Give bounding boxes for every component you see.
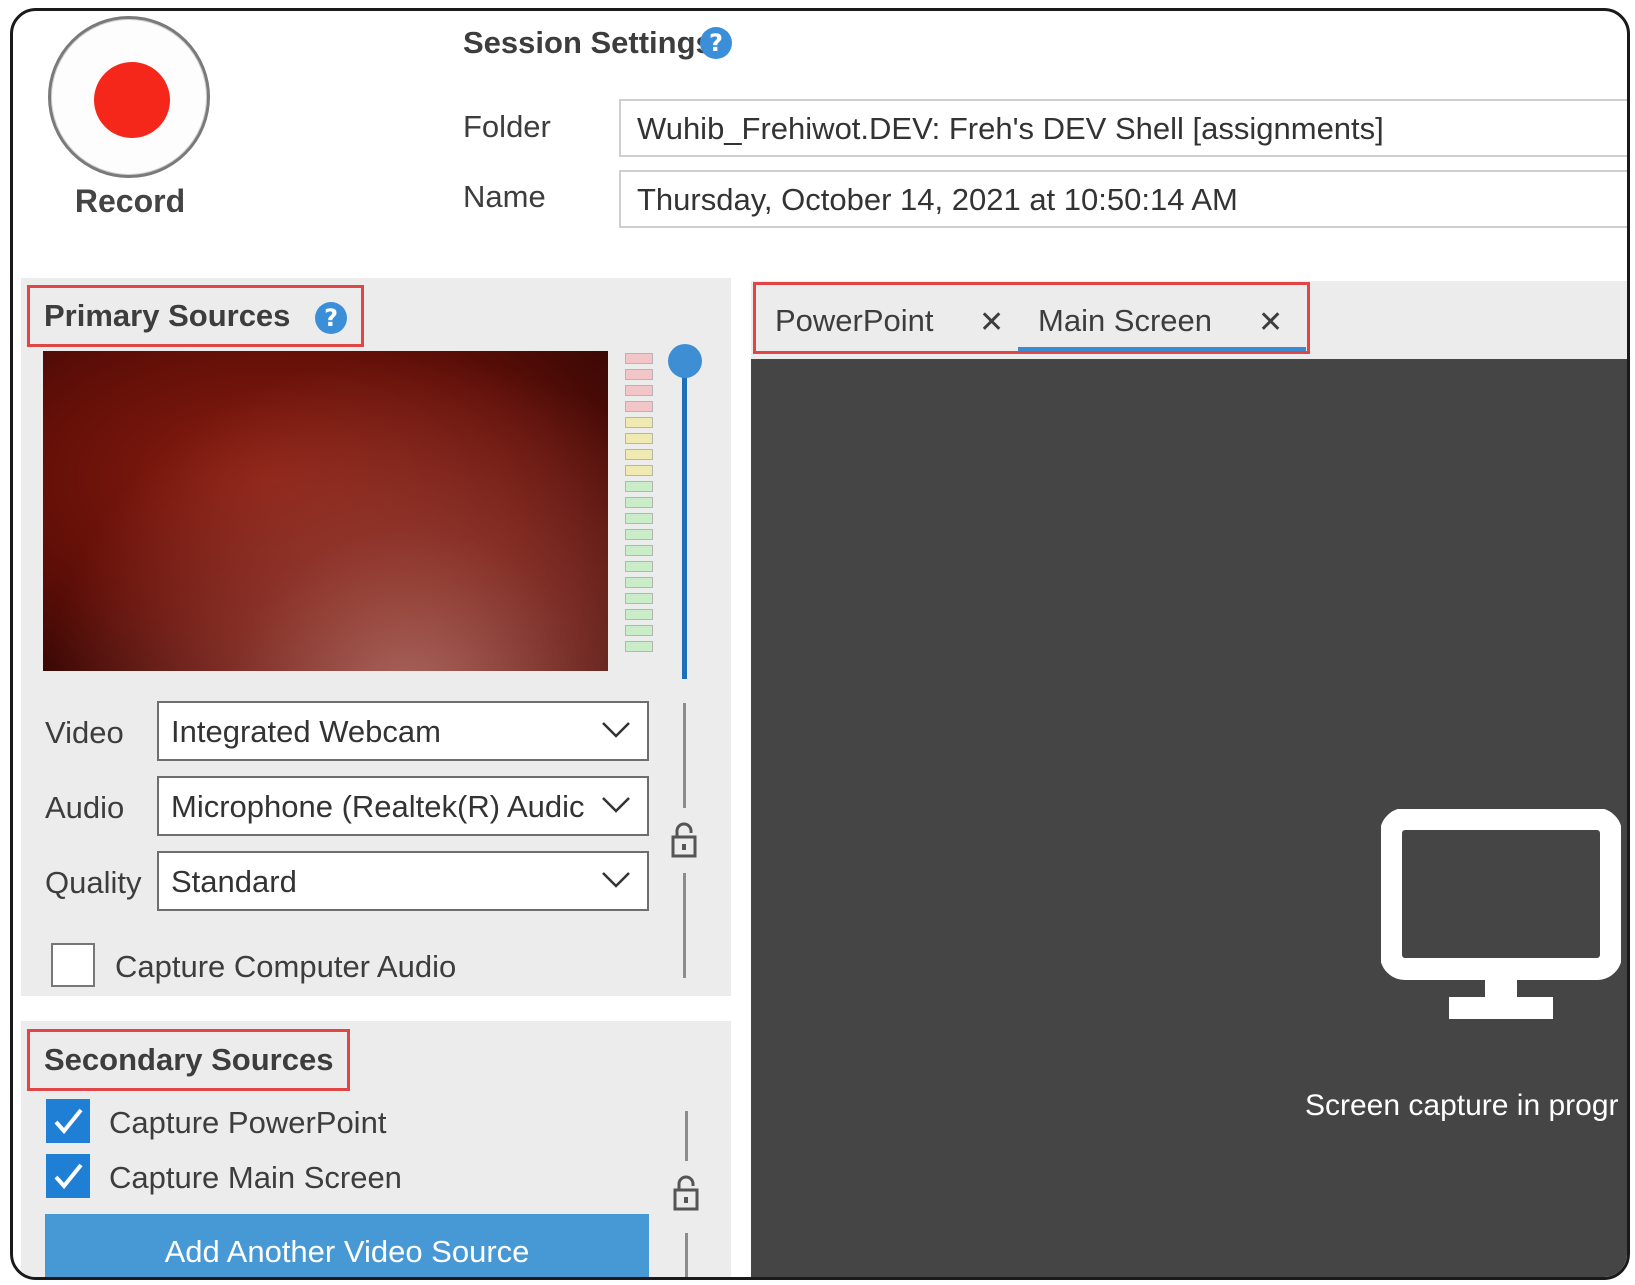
primary-sources-header: Primary Sources ?	[27, 285, 365, 347]
folder-field[interactable]: Wuhib_Frehiwot.DEV: Freh's DEV Shell [as…	[619, 99, 1627, 157]
capture-main-screen-label: Capture Main Screen	[109, 1160, 402, 1195]
video-select[interactable]: Integrated Webcam	[157, 701, 649, 761]
audio-select[interactable]: Microphone (Realtek(R) Audic	[157, 776, 649, 836]
folder-label: Folder	[463, 109, 551, 144]
session-settings-title: Session Settings	[463, 25, 713, 60]
webcam-preview	[43, 351, 608, 671]
capture-powerpoint-label: Capture PowerPoint	[109, 1105, 387, 1140]
capture-main-screen-checkbox[interactable]	[46, 1154, 90, 1198]
quality-select[interactable]: Standard	[157, 851, 649, 911]
volume-slider-track[interactable]	[682, 361, 687, 679]
session-help-icon[interactable]: ?	[700, 27, 732, 59]
capture-computer-audio-checkbox[interactable]	[51, 943, 95, 987]
chevron-down-icon	[602, 722, 630, 738]
primary-sources-title: Primary Sources	[44, 298, 291, 333]
name-field[interactable]: Thursday, October 14, 2021 at 10:50:14 A…	[619, 170, 1627, 228]
divider	[685, 1233, 688, 1277]
secondary-sources-header: Secondary Sources	[27, 1029, 351, 1091]
app-window: Record Session Settings ? Folder Wuhib_F…	[10, 8, 1630, 1280]
screen-capture-status: Screen capture in progr	[1305, 1089, 1619, 1122]
audio-select-value: Microphone (Realtek(R) Audic	[171, 789, 585, 824]
video-label: Video	[45, 715, 124, 750]
capture-computer-audio-label: Capture Computer Audio	[115, 949, 457, 984]
monitor-icon	[1381, 809, 1621, 1019]
divider	[685, 1111, 688, 1161]
lock-icon[interactable]	[669, 821, 699, 859]
checkmark-icon	[54, 1108, 83, 1135]
record-label: Record	[74, 183, 186, 219]
quality-label: Quality	[45, 865, 142, 900]
record-button[interactable]	[48, 16, 210, 178]
quality-select-value: Standard	[171, 864, 297, 899]
capture-powerpoint-checkbox[interactable]	[46, 1099, 90, 1143]
record-dot-icon	[94, 62, 170, 138]
lock-icon[interactable]	[671, 1174, 701, 1212]
chevron-down-icon	[602, 797, 630, 813]
add-video-source-button[interactable]: Add Another Video Source	[45, 1214, 649, 1277]
primary-help-icon[interactable]: ?	[315, 301, 348, 334]
video-select-value: Integrated Webcam	[171, 714, 441, 749]
audio-label: Audio	[45, 790, 125, 825]
divider	[683, 873, 686, 978]
checkmark-icon	[54, 1163, 83, 1190]
name-label: Name	[463, 179, 546, 214]
tabs-highlight	[753, 282, 1310, 354]
audio-level-meter	[625, 353, 653, 657]
chevron-down-icon	[602, 872, 630, 888]
volume-slider-thumb[interactable]	[668, 344, 702, 378]
divider	[683, 703, 686, 808]
